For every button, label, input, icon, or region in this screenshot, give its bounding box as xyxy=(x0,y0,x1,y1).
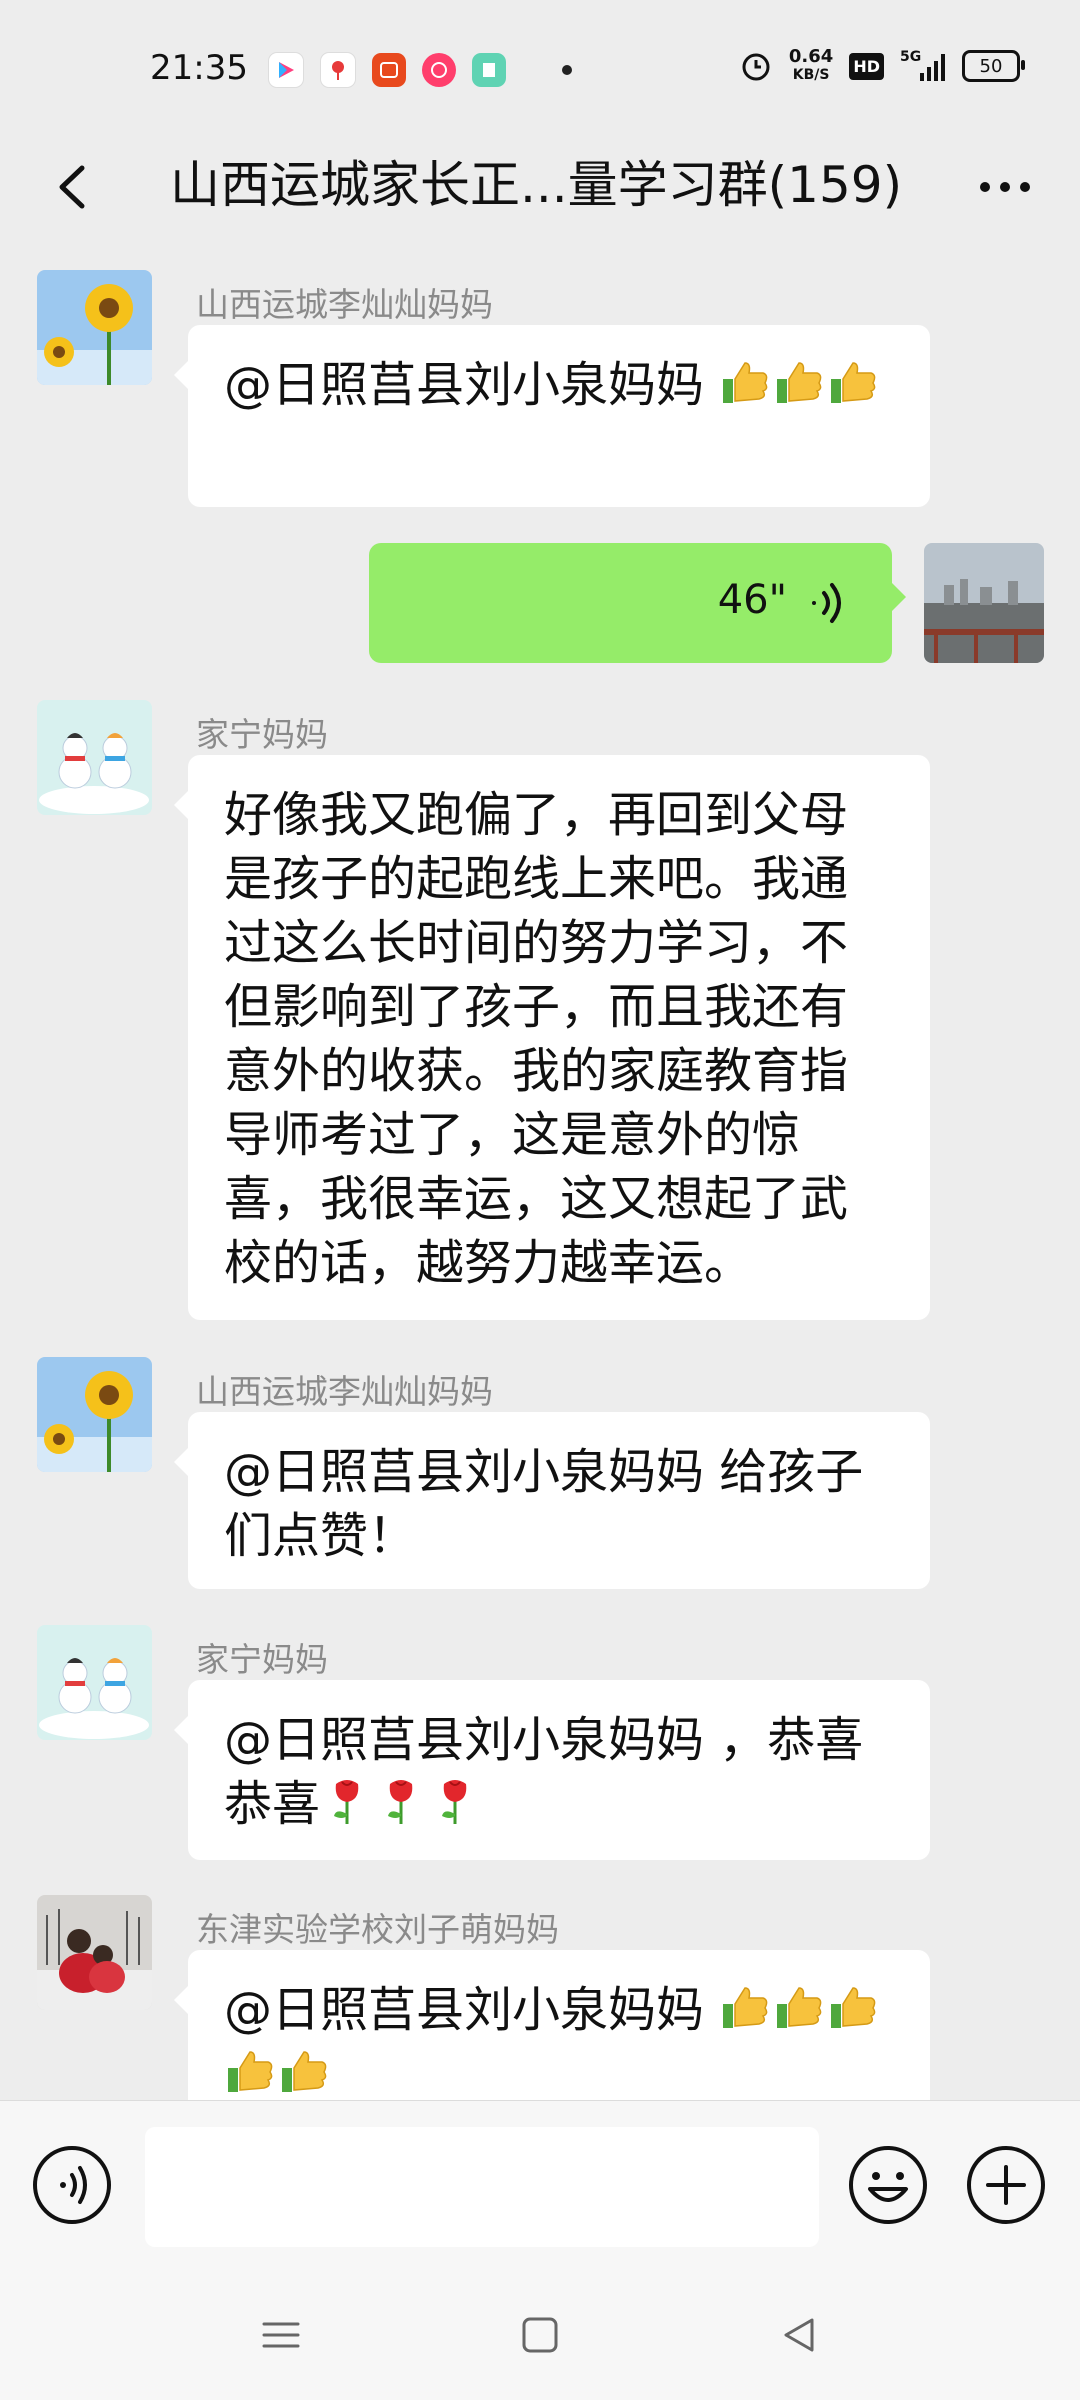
battery-indicator: 50 xyxy=(962,50,1025,82)
message-bubble[interactable]: @日照莒县刘小泉妈妈 ，恭喜恭喜 xyxy=(174,1680,930,1860)
thumbs-up-emoji xyxy=(723,1987,768,2028)
sunflower-avatar[interactable] xyxy=(37,270,152,385)
voice-duration: 46" xyxy=(717,577,787,623)
snowman-avatar[interactable] xyxy=(37,700,152,815)
alarm-icon xyxy=(742,53,770,81)
back-nav-icon[interactable] xyxy=(774,2310,824,2360)
book-app-icon xyxy=(472,53,506,87)
plus-circle-icon[interactable] xyxy=(964,2143,1048,2227)
chat-input-bar xyxy=(0,2100,1080,2271)
status-time: 21:35 xyxy=(150,48,248,88)
sender-name: 家宁妈妈 xyxy=(196,1640,328,1679)
message-list[interactable]: 山西运城李灿灿妈妈 @日照莒县刘小泉妈妈 46" 家宁妈妈 好像我又跑偏了，再回… xyxy=(0,250,1080,2100)
rose-emoji xyxy=(334,1780,359,1824)
thumbs-up-emoji xyxy=(723,362,768,403)
thumbs-up-emoji xyxy=(777,1987,822,2028)
thumbs-up-emoji xyxy=(831,1987,876,2028)
more-dots-icon[interactable] xyxy=(970,152,1040,222)
hd-badge: HD xyxy=(849,52,884,80)
message-bubble[interactable]: @日照莒县刘小泉妈妈 xyxy=(174,325,930,507)
family-photo-avatar[interactable] xyxy=(37,1895,152,2010)
notification-icons xyxy=(268,52,572,88)
system-nav-bar xyxy=(0,2270,1080,2400)
home-icon[interactable] xyxy=(515,2310,565,2360)
message-input[interactable] xyxy=(145,2127,819,2247)
app-notification-icon xyxy=(268,52,304,88)
shopping-app-icon xyxy=(422,53,456,87)
sender-name: 东津实验学校刘子萌妈妈 xyxy=(196,1910,559,1949)
thumbs-up-emoji xyxy=(831,362,876,403)
sunflower-avatar[interactable] xyxy=(37,1357,152,1472)
message-bubble[interactable]: @日照莒县刘小泉妈妈 给孩子们点赞！ xyxy=(174,1412,930,1589)
map-notification-icon xyxy=(320,52,356,88)
more-notifications-dot xyxy=(562,65,572,75)
network-speed-value: 0.64 xyxy=(788,46,834,67)
status-bar: 21:35 0.64 KB/S HD 5G 50 xyxy=(0,0,1080,130)
sender-name: 家宁妈妈 xyxy=(196,715,328,754)
sender-name: 山西运城李灿灿妈妈 xyxy=(196,1372,493,1411)
smiley-icon[interactable] xyxy=(846,2143,930,2227)
voice-wave-icon xyxy=(812,583,841,623)
chat-header: 山西运城家长正...量学习群(159) xyxy=(0,130,1080,250)
thumbs-up-emoji xyxy=(228,2051,273,2092)
message-text: 好像我又跑偏了，再回到父母是孩子的起跑线上来吧。我通过这么长时间的努力学习，不但… xyxy=(224,787,849,1291)
thumbs-up-emoji xyxy=(777,362,822,403)
message-bubble[interactable]: @日照莒县刘小泉妈妈 xyxy=(174,1950,930,2100)
sender-name: 山西运城李灿灿妈妈 xyxy=(196,285,493,324)
self-avatar[interactable] xyxy=(924,543,1044,663)
network-speed: 0.64 KB/S xyxy=(789,48,833,84)
status-indicators: 0.64 KB/S HD 5G 50 xyxy=(739,48,1025,84)
thumbs-up-emoji xyxy=(282,2051,327,2092)
listen-app-icon xyxy=(372,53,406,87)
message-text: @日照莒县刘小泉妈妈 给孩子们点赞！ xyxy=(224,1444,864,1564)
voice-input-icon[interactable] xyxy=(30,2143,114,2227)
signal-bars-icon xyxy=(920,54,945,81)
message-text: @日照莒县刘小泉妈妈 xyxy=(224,1982,720,2038)
signal-indicator: 5G xyxy=(900,49,946,83)
back-icon[interactable] xyxy=(40,152,110,222)
snowman-avatar[interactable] xyxy=(37,1625,152,1740)
rose-emoji xyxy=(388,1780,413,1824)
chat-title: 山西运城家长正...量学习群(159) xyxy=(170,156,903,214)
menu-icon[interactable] xyxy=(256,2310,306,2360)
message-bubble[interactable]: 好像我又跑偏了，再回到父母是孩子的起跑线上来吧。我通过这么长时间的努力学习，不但… xyxy=(174,755,930,1320)
rose-emoji xyxy=(442,1780,467,1824)
network-speed-unit: KB/S xyxy=(792,67,830,83)
voice-message-bubble[interactable]: 46" xyxy=(369,543,906,663)
message-text: @日照莒县刘小泉妈妈 xyxy=(224,357,720,413)
